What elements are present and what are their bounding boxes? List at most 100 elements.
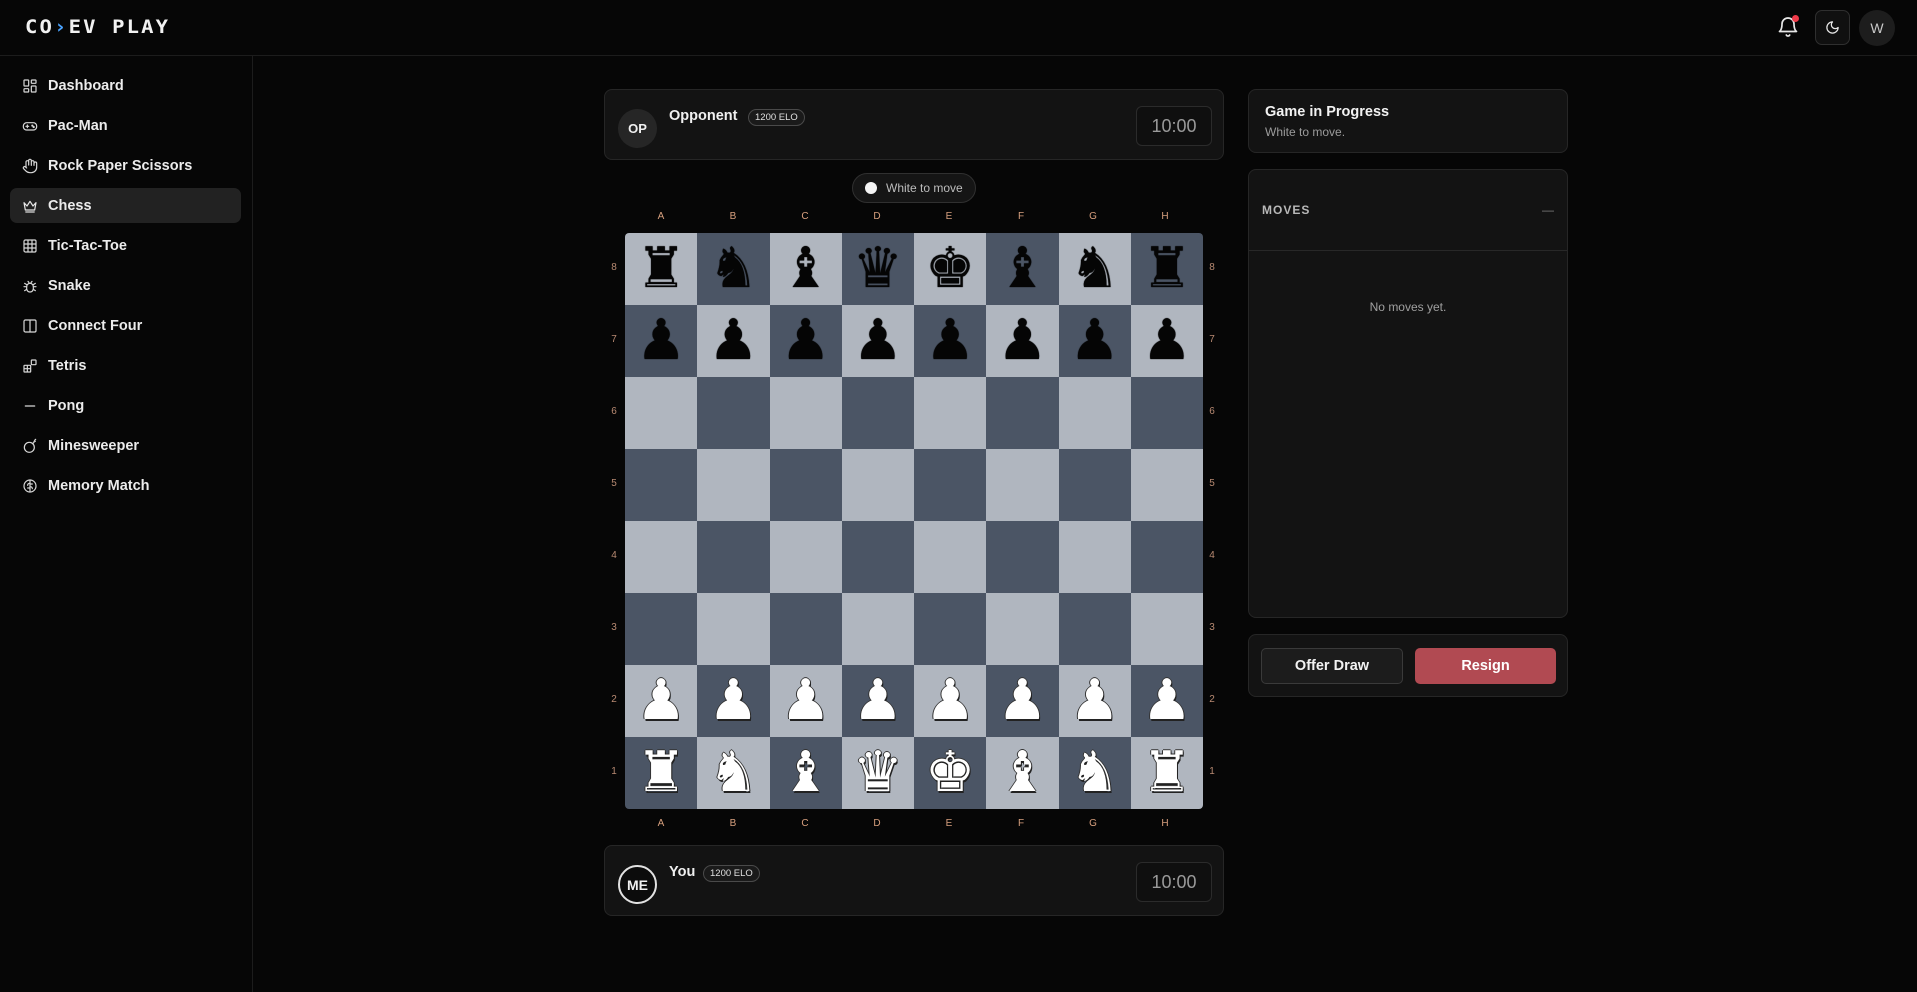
white-bishop-piece[interactable]: ♝ [781, 745, 831, 801]
square-b2[interactable]: ♟ [697, 665, 770, 737]
sidebar-item-tic-tac-toe[interactable]: Tic-Tac-Toe [10, 228, 241, 263]
square-f6[interactable] [986, 377, 1059, 449]
square-h6[interactable] [1130, 377, 1203, 449]
square-e2[interactable]: ♟ [914, 665, 987, 737]
black-rook-piece[interactable]: ♜ [1142, 241, 1192, 297]
square-e3[interactable] [914, 593, 987, 665]
square-g2[interactable]: ♟ [1058, 665, 1131, 737]
square-g1[interactable]: ♞ [1058, 737, 1131, 809]
white-bishop-piece[interactable]: ♝ [997, 745, 1047, 801]
black-king-piece[interactable]: ♚ [925, 241, 975, 297]
square-e7[interactable]: ♟ [914, 305, 987, 377]
white-pawn-piece[interactable]: ♟ [925, 673, 975, 729]
sidebar-item-pac-man[interactable]: Pac-Man [10, 108, 241, 143]
sidebar-item-tetris[interactable]: Tetris [10, 348, 241, 383]
square-f2[interactable]: ♟ [986, 665, 1059, 737]
square-f5[interactable] [986, 449, 1059, 521]
square-g8[interactable]: ♞ [1058, 233, 1131, 305]
square-d7[interactable]: ♟ [841, 305, 914, 377]
square-c2[interactable]: ♟ [769, 665, 842, 737]
white-pawn-piece[interactable]: ♟ [997, 673, 1047, 729]
white-king-piece[interactable]: ♚ [925, 745, 975, 801]
resign-button[interactable]: Resign [1415, 648, 1556, 684]
app-logo[interactable]: CO›EV PLAY [25, 16, 170, 38]
square-a5[interactable] [625, 449, 698, 521]
square-c8[interactable]: ♝ [769, 233, 842, 305]
square-c7[interactable]: ♟ [769, 305, 842, 377]
white-pawn-piece[interactable]: ♟ [853, 673, 903, 729]
sidebar-item-memory-match[interactable]: Memory Match [10, 468, 241, 503]
white-knight-piece[interactable]: ♞ [708, 745, 758, 801]
sidebar-item-minesweeper[interactable]: Minesweeper [10, 428, 241, 463]
square-f1[interactable]: ♝ [986, 737, 1059, 809]
square-f7[interactable]: ♟ [986, 305, 1059, 377]
square-f8[interactable]: ♝ [986, 233, 1059, 305]
square-g6[interactable] [1058, 377, 1131, 449]
white-pawn-piece[interactable]: ♟ [1070, 673, 1120, 729]
square-b6[interactable] [697, 377, 770, 449]
square-g7[interactable]: ♟ [1058, 305, 1131, 377]
black-pawn-piece[interactable]: ♟ [853, 313, 903, 369]
square-b4[interactable] [697, 521, 770, 593]
square-d6[interactable] [841, 377, 914, 449]
square-h2[interactable]: ♟ [1130, 665, 1203, 737]
sidebar-item-dashboard[interactable]: Dashboard [10, 68, 241, 103]
black-bishop-piece[interactable]: ♝ [997, 241, 1047, 297]
square-h5[interactable] [1130, 449, 1203, 521]
square-g3[interactable] [1058, 593, 1131, 665]
notifications-button[interactable] [1776, 15, 1800, 39]
square-b5[interactable] [697, 449, 770, 521]
offer-draw-button[interactable]: Offer Draw [1261, 648, 1403, 684]
square-c5[interactable] [769, 449, 842, 521]
square-d2[interactable]: ♟ [841, 665, 914, 737]
square-b7[interactable]: ♟ [697, 305, 770, 377]
black-pawn-piece[interactable]: ♟ [781, 313, 831, 369]
square-f4[interactable] [986, 521, 1059, 593]
square-d3[interactable] [841, 593, 914, 665]
square-g4[interactable] [1058, 521, 1131, 593]
square-a1[interactable]: ♜ [625, 737, 698, 809]
square-h7[interactable]: ♟ [1130, 305, 1203, 377]
square-b3[interactable] [697, 593, 770, 665]
square-d8[interactable]: ♛ [841, 233, 914, 305]
black-pawn-piece[interactable]: ♟ [1070, 313, 1120, 369]
square-h4[interactable] [1130, 521, 1203, 593]
square-d5[interactable] [841, 449, 914, 521]
square-g5[interactable] [1058, 449, 1131, 521]
black-pawn-piece[interactable]: ♟ [636, 313, 686, 369]
sidebar-item-chess[interactable]: Chess [10, 188, 241, 223]
square-c4[interactable] [769, 521, 842, 593]
black-queen-piece[interactable]: ♛ [853, 241, 903, 297]
square-e8[interactable]: ♚ [914, 233, 987, 305]
moves-collapse-button[interactable]: — [1542, 203, 1554, 217]
square-h3[interactable] [1130, 593, 1203, 665]
theme-toggle-button[interactable] [1815, 10, 1850, 45]
white-pawn-piece[interactable]: ♟ [1142, 673, 1192, 729]
sidebar-item-rock-paper-scissors[interactable]: Rock Paper Scissors [10, 148, 241, 183]
white-rook-piece[interactable]: ♜ [1142, 745, 1192, 801]
square-f3[interactable] [986, 593, 1059, 665]
white-pawn-piece[interactable]: ♟ [708, 673, 758, 729]
square-c6[interactable] [769, 377, 842, 449]
sidebar-item-snake[interactable]: Snake [10, 268, 241, 303]
white-knight-piece[interactable]: ♞ [1070, 745, 1120, 801]
square-c3[interactable] [769, 593, 842, 665]
square-b1[interactable]: ♞ [697, 737, 770, 809]
square-e5[interactable] [914, 449, 987, 521]
square-a2[interactable]: ♟ [625, 665, 698, 737]
square-a4[interactable] [625, 521, 698, 593]
square-h8[interactable]: ♜ [1130, 233, 1203, 305]
square-d4[interactable] [841, 521, 914, 593]
square-e1[interactable]: ♚ [914, 737, 987, 809]
black-pawn-piece[interactable]: ♟ [997, 313, 1047, 369]
black-pawn-piece[interactable]: ♟ [925, 313, 975, 369]
white-rook-piece[interactable]: ♜ [636, 745, 686, 801]
chess-board[interactable]: ♜ ♞ ♝ ♛ ♚ ♝ ♞ ♜ ♟ ♟ ♟ ♟ ♟ ♟ ♟ ♟ ♟ ♟ ♟ ♟ ♟ ♟ ♟ ♟ ♜ ♞ ♝ ♛ ♚ ♝ ♞ ♜ [625, 233, 1203, 809]
white-queen-piece[interactable]: ♛ [853, 745, 903, 801]
square-b8[interactable]: ♞ [697, 233, 770, 305]
square-a6[interactable] [625, 377, 698, 449]
square-e6[interactable] [914, 377, 987, 449]
white-pawn-piece[interactable]: ♟ [781, 673, 831, 729]
black-knight-piece[interactable]: ♞ [1070, 241, 1120, 297]
white-pawn-piece[interactable]: ♟ [636, 673, 686, 729]
